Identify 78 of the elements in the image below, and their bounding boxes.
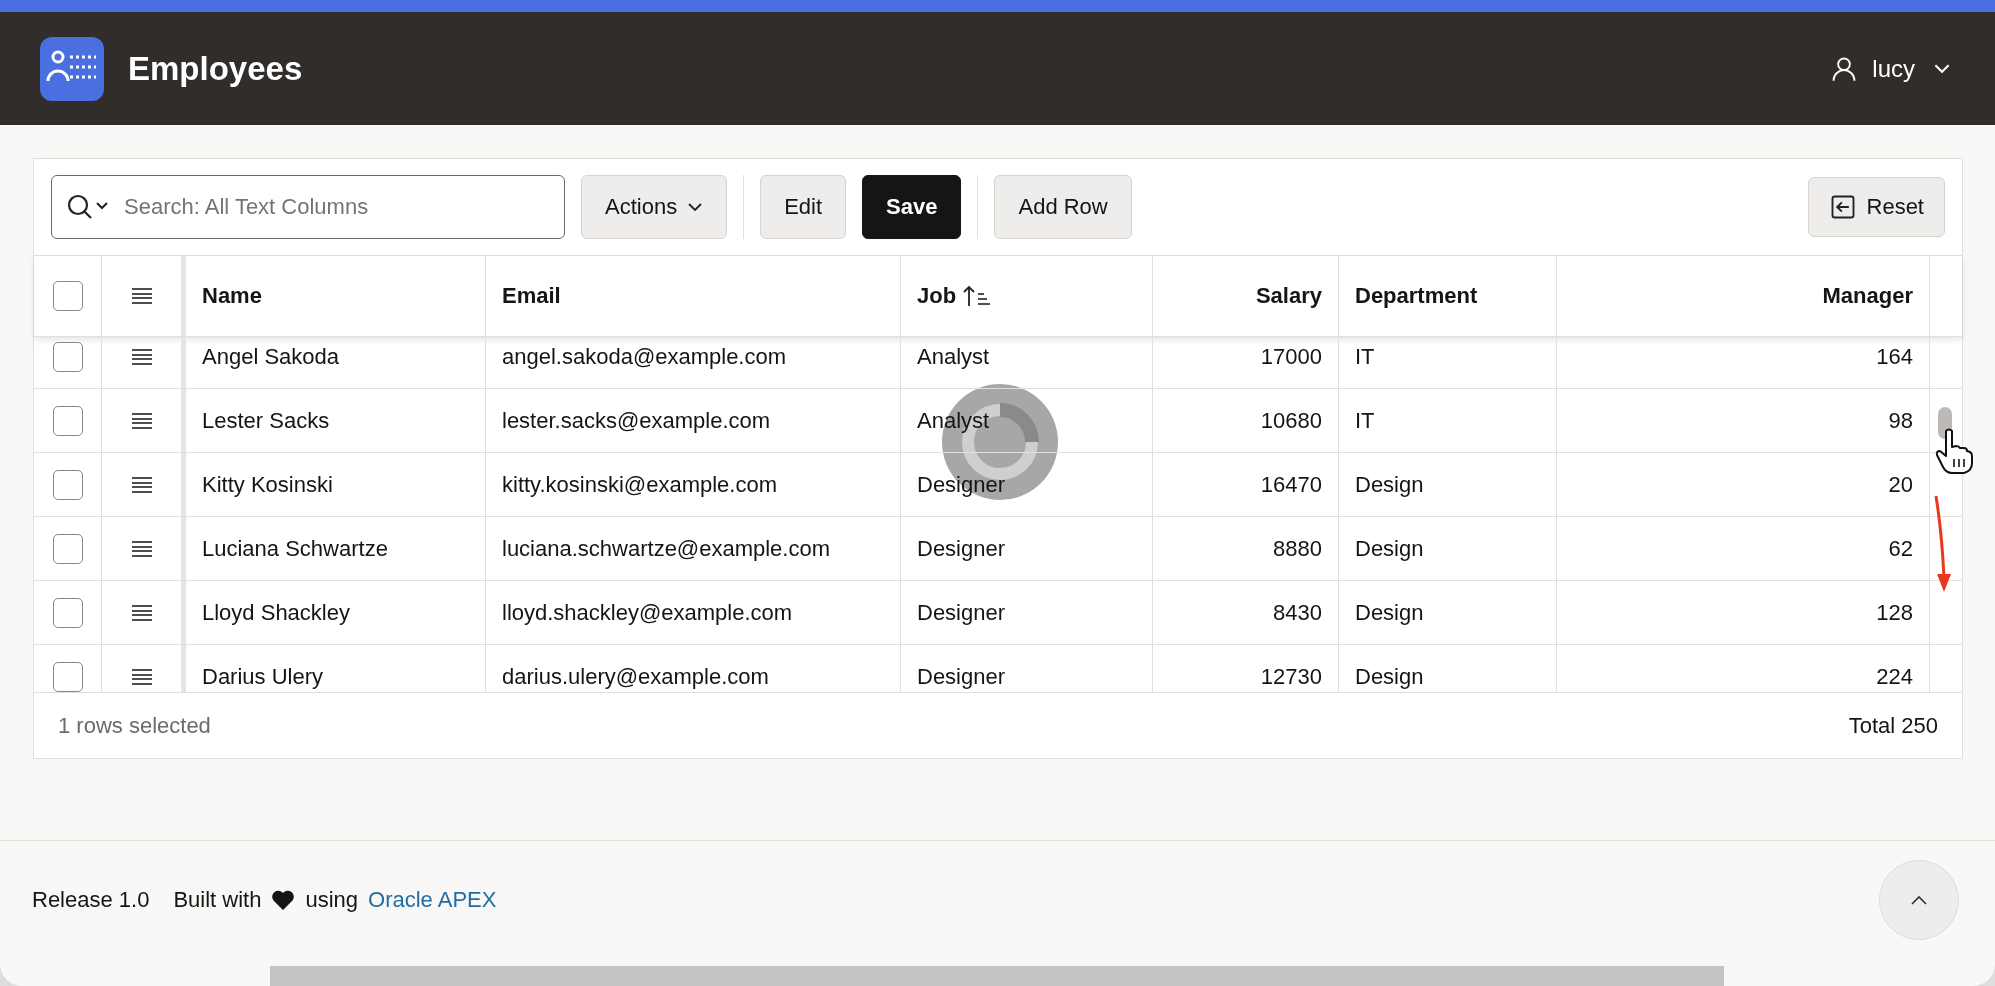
- table-cell: 16470: [1260, 471, 1322, 498]
- built-with-label: Built with: [173, 886, 262, 913]
- row-checkbox[interactable]: [52, 469, 83, 500]
- caret-icon: [1933, 63, 1951, 74]
- row-actions-icon[interactable]: [130, 603, 153, 622]
- table-cell: Designer: [917, 535, 1006, 562]
- table-cell: 62: [1888, 535, 1913, 562]
- sort-ascending-icon: [962, 284, 993, 308]
- column-header[interactable]: Manager: [1557, 256, 1930, 336]
- release-label: Release 1.0: [32, 886, 150, 913]
- column-header[interactable]: Name: [186, 256, 486, 336]
- column-header[interactable]: Email: [486, 256, 901, 336]
- table-cell: 224: [1876, 663, 1913, 690]
- table-cell: luciana.schwartze@example.com: [502, 535, 831, 562]
- select-all-checkbox[interactable]: [52, 281, 83, 311]
- caret-icon: [687, 202, 704, 212]
- table-cell: Darius Ulery: [202, 663, 324, 690]
- row-checkbox[interactable]: [52, 405, 83, 436]
- table-cell: Designer: [917, 471, 1006, 498]
- toolbar-button[interactable]: Add Row: [994, 175, 1132, 239]
- table-cell: 12730: [1260, 663, 1322, 690]
- table-cell: 164: [1876, 343, 1913, 370]
- app-logo-icon: [40, 36, 104, 101]
- toolbar-button[interactable]: Save: [862, 175, 962, 239]
- column-header[interactable]: Job: [901, 256, 1153, 336]
- app-title: Employees: [128, 49, 303, 88]
- table-cell: 98: [1888, 407, 1913, 434]
- using-label: using: [305, 886, 359, 913]
- row-actions-icon[interactable]: [130, 347, 153, 366]
- table-cell: 20: [1888, 471, 1913, 498]
- row-actions-icon[interactable]: [130, 411, 153, 430]
- table-cell: 128: [1876, 599, 1913, 626]
- actions-menu-button[interactable]: Actions: [581, 175, 728, 239]
- table-cell: kitty.kosinski@example.com: [502, 471, 777, 498]
- table-cell: Design: [1355, 663, 1424, 690]
- row-actions-icon[interactable]: [130, 475, 153, 494]
- table-cell: Lloyd Shackley: [202, 599, 350, 626]
- table-cell: 8430: [1273, 599, 1322, 626]
- table-cell: Angel Sakoda: [202, 343, 339, 370]
- row-actions-icon[interactable]: [130, 667, 153, 686]
- table-cell: Analyst: [917, 407, 990, 434]
- column-header[interactable]: Salary: [1153, 256, 1339, 336]
- table-cell: Luciana Schwartze: [202, 535, 388, 562]
- table-cell: Analyst: [917, 343, 990, 370]
- toolbar-button[interactable]: Edit: [760, 175, 847, 239]
- table-cell: lester.sacks@example.com: [502, 407, 771, 434]
- table-cell: angel.sakoda@example.com: [502, 343, 787, 370]
- table-cell: IT: [1355, 407, 1375, 434]
- selection-status: 1 rows selected: [58, 713, 211, 739]
- oracle-apex-link[interactable]: Oracle APEX: [368, 886, 497, 913]
- caret-up-icon: [1909, 893, 1929, 906]
- table-cell: Design: [1355, 535, 1424, 562]
- row-actions-icon[interactable]: [130, 539, 153, 558]
- table-cell: Lester Sacks: [202, 407, 330, 434]
- search-field[interactable]: Search: All Text Columns: [122, 193, 550, 221]
- table-cell: Design: [1355, 599, 1424, 626]
- table-cell: Design: [1355, 471, 1424, 498]
- table-cell: 8880: [1273, 535, 1322, 562]
- table-cell: Designer: [917, 599, 1006, 626]
- table-cell: lloyd.shackley@example.com: [502, 599, 793, 626]
- reset-button[interactable]: Reset: [1807, 177, 1945, 237]
- heart-icon: [271, 888, 296, 911]
- table-cell: 10680: [1260, 407, 1322, 434]
- row-checkbox[interactable]: [52, 533, 83, 564]
- total-count: Total 250: [1848, 713, 1938, 739]
- column-header[interactable]: Department: [1339, 256, 1557, 336]
- search-bar[interactable]: Search: All Text Columns: [51, 175, 565, 239]
- row-checkbox[interactable]: [52, 597, 83, 628]
- table-cell: Kitty Kosinski: [202, 471, 333, 498]
- row-checkbox[interactable]: [52, 341, 83, 372]
- table-cell: Designer: [917, 663, 1006, 690]
- column-menu-icon[interactable]: [130, 287, 153, 305]
- table-cell: 17000: [1260, 343, 1322, 370]
- user-menu[interactable]: lucy: [1826, 50, 1955, 87]
- row-checkbox[interactable]: [52, 661, 83, 692]
- table-cell: darius.ulery@example.com: [502, 663, 769, 690]
- table-cell: IT: [1355, 343, 1375, 370]
- search-icon: [66, 193, 110, 221]
